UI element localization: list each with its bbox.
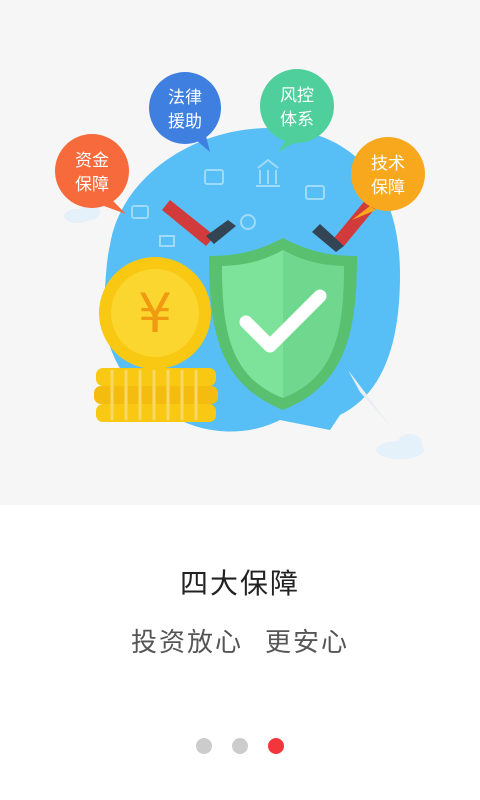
bubble-fund-guarantee: 资金 保障 xyxy=(55,134,129,214)
page-title: 四大保障 xyxy=(179,567,300,600)
page-dot-3[interactable] xyxy=(268,738,284,754)
page-indicator xyxy=(0,738,480,758)
svg-text:援助: 援助 xyxy=(168,112,202,132)
svg-text:法律: 法律 xyxy=(168,88,202,108)
svg-text:技术: 技术 xyxy=(371,154,405,174)
subtitle-part2: 更安心 xyxy=(265,628,350,658)
svg-text:保障: 保障 xyxy=(371,178,405,198)
svg-text:资金: 资金 xyxy=(75,151,109,171)
coin-stack xyxy=(94,368,218,422)
page-dot-1[interactable] xyxy=(196,738,212,754)
subtitle-part1: 投资放心 xyxy=(130,628,243,658)
security-illustration: ¥ 资金 保障 法律 援助 风控 体系 技术 保障 xyxy=(55,69,425,459)
page-dot-2[interactable] xyxy=(232,738,248,754)
page-subtitle: 投资放心 更安心 xyxy=(0,622,480,659)
coin-symbol: ¥ xyxy=(138,282,172,345)
hero-illustration-area: ¥ 资金 保障 法律 援助 风控 体系 技术 保障 xyxy=(0,0,480,505)
svg-text:风控: 风控 xyxy=(280,86,314,106)
yuan-coin-icon: ¥ xyxy=(99,257,211,369)
svg-text:保障: 保障 xyxy=(75,175,109,195)
svg-text:体系: 体系 xyxy=(280,110,314,130)
